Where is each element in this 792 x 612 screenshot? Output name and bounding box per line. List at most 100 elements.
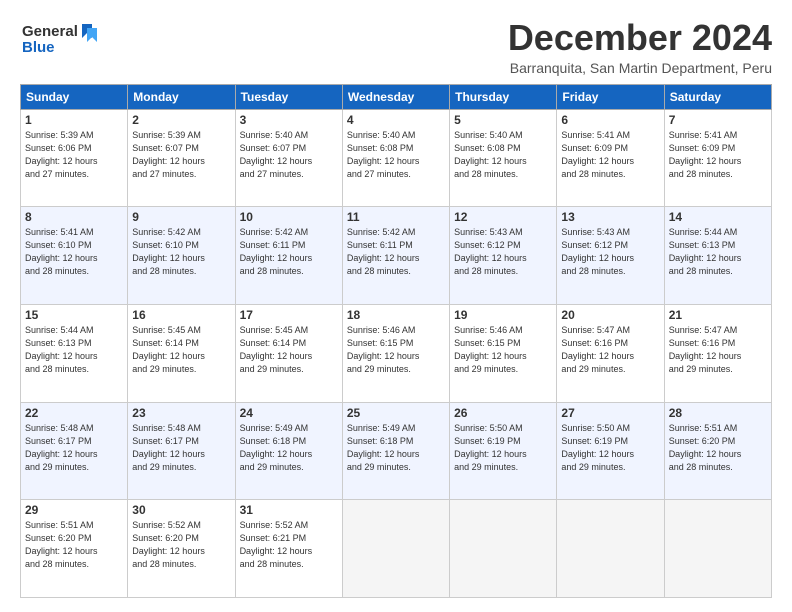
day-number: 6	[561, 113, 659, 127]
day-info: Sunrise: 5:39 AM Sunset: 6:07 PM Dayligh…	[132, 129, 230, 181]
calendar-cell: 6 Sunrise: 5:41 AM Sunset: 6:09 PM Daylig…	[557, 109, 664, 207]
calendar-week-row: 29 Sunrise: 5:51 AM Sunset: 6:20 PM Dayli…	[21, 500, 772, 598]
day-info: Sunrise: 5:39 AM Sunset: 6:06 PM Dayligh…	[25, 129, 123, 181]
day-number: 30	[132, 503, 230, 517]
day-number: 21	[669, 308, 767, 322]
day-info: Sunrise: 5:43 AM Sunset: 6:12 PM Dayligh…	[561, 226, 659, 278]
day-info: Sunrise: 5:42 AM Sunset: 6:11 PM Dayligh…	[347, 226, 445, 278]
day-info: Sunrise: 5:46 AM Sunset: 6:15 PM Dayligh…	[454, 324, 552, 376]
calendar-cell: 17 Sunrise: 5:45 AM Sunset: 6:14 PM Dayli…	[235, 304, 342, 402]
calendar-week-row: 8 Sunrise: 5:41 AM Sunset: 6:10 PM Daylig…	[21, 207, 772, 305]
day-number: 31	[240, 503, 338, 517]
calendar-cell: 3 Sunrise: 5:40 AM Sunset: 6:07 PM Daylig…	[235, 109, 342, 207]
day-number: 24	[240, 406, 338, 420]
day-info: Sunrise: 5:51 AM Sunset: 6:20 PM Dayligh…	[25, 519, 123, 571]
svg-text:Blue: Blue	[22, 39, 55, 56]
day-info: Sunrise: 5:48 AM Sunset: 6:17 PM Dayligh…	[132, 422, 230, 474]
calendar-table: SundayMondayTuesdayWednesdayThursdayFrid…	[20, 84, 772, 598]
day-info: Sunrise: 5:40 AM Sunset: 6:08 PM Dayligh…	[347, 129, 445, 181]
day-info: Sunrise: 5:49 AM Sunset: 6:18 PM Dayligh…	[347, 422, 445, 474]
day-number: 8	[25, 210, 123, 224]
day-number: 25	[347, 406, 445, 420]
calendar-cell: 10 Sunrise: 5:42 AM Sunset: 6:11 PM Dayli…	[235, 207, 342, 305]
calendar-day-header: Monday	[128, 84, 235, 109]
calendar-cell: 25 Sunrise: 5:49 AM Sunset: 6:18 PM Dayli…	[342, 402, 449, 500]
calendar-cell: 31 Sunrise: 5:52 AM Sunset: 6:21 PM Dayli…	[235, 500, 342, 598]
calendar-day-header: Thursday	[450, 84, 557, 109]
calendar-cell: 19 Sunrise: 5:46 AM Sunset: 6:15 PM Dayli…	[450, 304, 557, 402]
calendar-cell: 21Sunrise: 5:47 AM Sunset: 6:16 PM Dayli…	[664, 304, 771, 402]
day-info: Sunrise: 5:47 AM Sunset: 6:16 PM Dayligh…	[561, 324, 659, 376]
calendar-day-header: Tuesday	[235, 84, 342, 109]
day-number: 28	[669, 406, 767, 420]
calendar-cell: 20 Sunrise: 5:47 AM Sunset: 6:16 PM Dayli…	[557, 304, 664, 402]
calendar-cell	[342, 500, 449, 598]
calendar-cell: 29 Sunrise: 5:51 AM Sunset: 6:20 PM Dayli…	[21, 500, 128, 598]
day-number: 27	[561, 406, 659, 420]
day-info: Sunrise: 5:52 AM Sunset: 6:20 PM Dayligh…	[132, 519, 230, 571]
calendar-header-row: SundayMondayTuesdayWednesdayThursdayFrid…	[21, 84, 772, 109]
day-info: Sunrise: 5:40 AM Sunset: 6:07 PM Dayligh…	[240, 129, 338, 181]
calendar-cell: 30 Sunrise: 5:52 AM Sunset: 6:20 PM Dayli…	[128, 500, 235, 598]
calendar-cell	[450, 500, 557, 598]
day-number: 15	[25, 308, 123, 322]
day-info: Sunrise: 5:45 AM Sunset: 6:14 PM Dayligh…	[132, 324, 230, 376]
calendar-cell: 23 Sunrise: 5:48 AM Sunset: 6:17 PM Dayli…	[128, 402, 235, 500]
header: General Blue December 2024 Barranquita, …	[20, 18, 772, 76]
calendar-cell: 13Sunrise: 5:43 AM Sunset: 6:12 PM Dayli…	[557, 207, 664, 305]
day-number: 22	[25, 406, 123, 420]
day-info: Sunrise: 5:45 AM Sunset: 6:14 PM Dayligh…	[240, 324, 338, 376]
svg-text:General: General	[22, 23, 78, 40]
calendar-day-header: Wednesday	[342, 84, 449, 109]
day-number: 12	[454, 210, 552, 224]
calendar-cell: 12 Sunrise: 5:43 AM Sunset: 6:12 PM Dayli…	[450, 207, 557, 305]
calendar-cell: 1Sunrise: 5:39 AM Sunset: 6:06 PM Daylig…	[21, 109, 128, 207]
calendar-cell: 14Sunrise: 5:44 AM Sunset: 6:13 PM Dayli…	[664, 207, 771, 305]
day-info: Sunrise: 5:42 AM Sunset: 6:11 PM Dayligh…	[240, 226, 338, 278]
day-number: 16	[132, 308, 230, 322]
day-number: 17	[240, 308, 338, 322]
day-number: 7	[669, 113, 767, 127]
day-info: Sunrise: 5:41 AM Sunset: 6:10 PM Dayligh…	[25, 226, 123, 278]
day-info: Sunrise: 5:40 AM Sunset: 6:08 PM Dayligh…	[454, 129, 552, 181]
day-number: 18	[347, 308, 445, 322]
calendar-cell: 11 Sunrise: 5:42 AM Sunset: 6:11 PM Dayli…	[342, 207, 449, 305]
calendar-week-row: 22 Sunrise: 5:48 AM Sunset: 6:17 PM Dayli…	[21, 402, 772, 500]
calendar-cell: 8 Sunrise: 5:41 AM Sunset: 6:10 PM Daylig…	[21, 207, 128, 305]
location: Barranquita, San Martin Department, Peru	[508, 60, 772, 76]
calendar-cell: 22Sunrise: 5:48 AM Sunset: 6:17 PM Dayli…	[21, 402, 128, 500]
day-number: 19	[454, 308, 552, 322]
calendar-day-header: Friday	[557, 84, 664, 109]
day-info: Sunrise: 5:41 AM Sunset: 6:09 PM Dayligh…	[561, 129, 659, 181]
day-info: Sunrise: 5:52 AM Sunset: 6:21 PM Dayligh…	[240, 519, 338, 571]
title-block: December 2024 Barranquita, San Martin De…	[508, 18, 772, 76]
calendar-cell	[664, 500, 771, 598]
calendar-cell: 2 Sunrise: 5:39 AM Sunset: 6:07 PM Daylig…	[128, 109, 235, 207]
calendar-cell: 27Sunrise: 5:50 AM Sunset: 6:19 PM Dayli…	[557, 402, 664, 500]
day-info: Sunrise: 5:44 AM Sunset: 6:13 PM Dayligh…	[669, 226, 767, 278]
day-number: 11	[347, 210, 445, 224]
day-number: 26	[454, 406, 552, 420]
calendar-cell: 4Sunrise: 5:40 AM Sunset: 6:08 PM Daylig…	[342, 109, 449, 207]
day-info: Sunrise: 5:46 AM Sunset: 6:15 PM Dayligh…	[347, 324, 445, 376]
calendar-week-row: 15Sunrise: 5:44 AM Sunset: 6:13 PM Dayli…	[21, 304, 772, 402]
day-number: 10	[240, 210, 338, 224]
day-info: Sunrise: 5:42 AM Sunset: 6:10 PM Dayligh…	[132, 226, 230, 278]
month-title: December 2024	[508, 18, 772, 58]
logo-svg: General Blue	[20, 18, 100, 60]
logo-block: General Blue	[20, 18, 100, 65]
calendar-cell: 28Sunrise: 5:51 AM Sunset: 6:20 PM Dayli…	[664, 402, 771, 500]
day-number: 23	[132, 406, 230, 420]
calendar-cell: 9Sunrise: 5:42 AM Sunset: 6:10 PM Daylig…	[128, 207, 235, 305]
day-number: 29	[25, 503, 123, 517]
day-info: Sunrise: 5:43 AM Sunset: 6:12 PM Dayligh…	[454, 226, 552, 278]
calendar-week-row: 1Sunrise: 5:39 AM Sunset: 6:06 PM Daylig…	[21, 109, 772, 207]
day-number: 2	[132, 113, 230, 127]
day-number: 20	[561, 308, 659, 322]
day-info: Sunrise: 5:50 AM Sunset: 6:19 PM Dayligh…	[454, 422, 552, 474]
day-number: 3	[240, 113, 338, 127]
day-info: Sunrise: 5:41 AM Sunset: 6:09 PM Dayligh…	[669, 129, 767, 181]
calendar-cell: 7 Sunrise: 5:41 AM Sunset: 6:09 PM Daylig…	[664, 109, 771, 207]
calendar-cell: 16 Sunrise: 5:45 AM Sunset: 6:14 PM Dayli…	[128, 304, 235, 402]
logo: General Blue	[20, 18, 100, 65]
